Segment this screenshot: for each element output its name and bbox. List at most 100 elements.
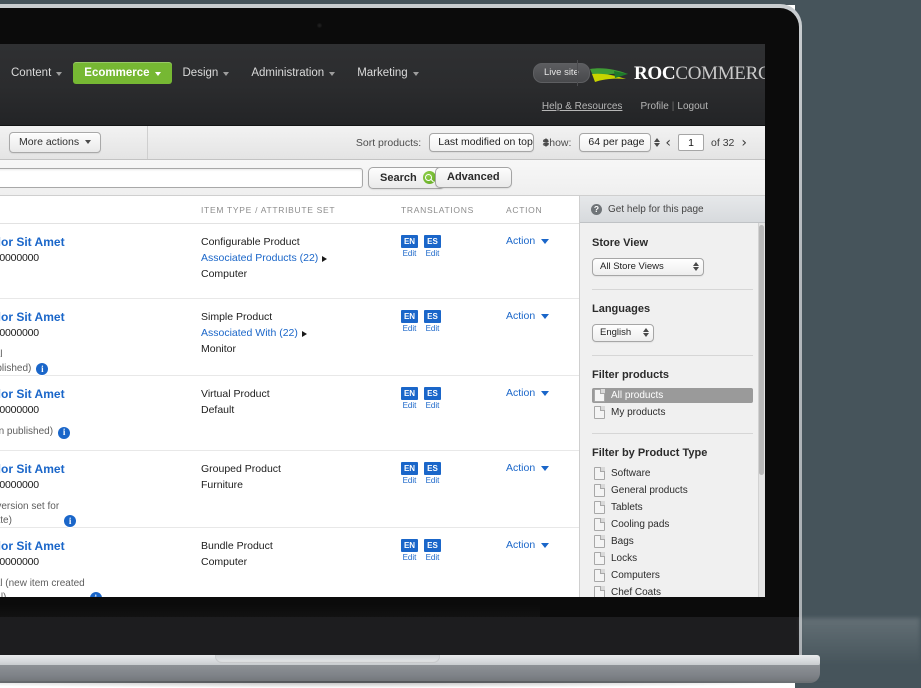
help-resources-link[interactable]: Help & Resources bbox=[542, 101, 623, 112]
language-badge[interactable]: EN bbox=[401, 310, 418, 323]
product-type-software[interactable]: Software bbox=[592, 466, 753, 481]
translation-es: ES Edit bbox=[424, 387, 441, 410]
store-view-select[interactable]: All Store Views bbox=[592, 258, 704, 276]
laptop-base-notch bbox=[215, 655, 440, 663]
row-action-dropdown[interactable]: Action bbox=[506, 310, 579, 322]
nav-separator: | bbox=[671, 101, 675, 112]
menu-item-label: Ecommerce bbox=[84, 67, 150, 79]
row-action-dropdown[interactable]: Action bbox=[506, 539, 579, 551]
document-icon bbox=[594, 569, 605, 582]
menu-item-administration[interactable]: Administration bbox=[240, 62, 346, 84]
row-action-label: Action bbox=[506, 539, 536, 551]
product-title-link[interactable]: Ipsum Dolor Sit Amet bbox=[0, 387, 201, 402]
product-type-computers[interactable]: Computers bbox=[592, 568, 753, 583]
translation-edit-link[interactable]: Edit bbox=[403, 249, 417, 258]
language-badge[interactable]: ES bbox=[424, 387, 441, 400]
chevron-down-icon bbox=[223, 72, 230, 76]
more-actions-button[interactable]: More actions bbox=[9, 132, 102, 153]
logout-link[interactable]: Logout bbox=[677, 101, 708, 112]
translation-edit-link[interactable]: Edit bbox=[426, 249, 440, 258]
toolbar-right-section: Sort products: Last modified on top Show… bbox=[148, 126, 765, 159]
product-title-link[interactable]: Ipsum Dolor Sit Amet bbox=[0, 462, 201, 477]
menu-item-marketing[interactable]: Marketing bbox=[346, 62, 430, 84]
advanced-search-button[interactable]: Advanced bbox=[435, 167, 512, 188]
translation-en: EN Edit bbox=[401, 462, 418, 485]
product-type-chef-coats[interactable]: Chef Coats bbox=[592, 585, 753, 597]
filter-item-all-products[interactable]: All products bbox=[592, 388, 753, 403]
product-type-label: Chef Coats bbox=[611, 587, 662, 597]
cell-action: Action bbox=[506, 462, 579, 527]
language-badge[interactable]: EN bbox=[401, 387, 418, 400]
translation-edit-link[interactable]: Edit bbox=[426, 324, 440, 333]
product-type-locks[interactable]: Locks bbox=[592, 551, 753, 566]
page-number-input[interactable] bbox=[678, 134, 705, 151]
search-bar: Search Advanced bbox=[0, 160, 765, 196]
get-help-bar[interactable]: ? Get help for this page bbox=[580, 196, 765, 223]
sidebar-scrollbar-thumb[interactable] bbox=[759, 225, 764, 475]
translation-edit-link[interactable]: Edit bbox=[403, 476, 417, 485]
sort-products-label: Sort products: bbox=[355, 136, 422, 149]
document-icon bbox=[594, 501, 605, 514]
show-per-page-select[interactable]: 64 per page bbox=[579, 133, 661, 152]
language-badge[interactable]: ES bbox=[424, 235, 441, 248]
info-icon[interactable]: i bbox=[36, 363, 49, 375]
cell-item-type: Grouped Product Furniture bbox=[201, 462, 401, 527]
translation-edit-link[interactable]: Edit bbox=[403, 401, 417, 410]
prev-page-icon[interactable]: ‹ bbox=[665, 136, 671, 150]
attribute-set: Furniture bbox=[201, 478, 244, 491]
associated-with-link[interactable]: Associated With (22) bbox=[201, 326, 401, 342]
cell-item-type: Virtual Product Default bbox=[201, 387, 401, 450]
languages-select[interactable]: English bbox=[592, 324, 654, 342]
get-help-label: Get help for this page bbox=[608, 203, 704, 215]
row-action-dropdown[interactable]: Action bbox=[506, 462, 579, 474]
search-button[interactable]: Search bbox=[368, 167, 445, 189]
language-badge[interactable]: EN bbox=[401, 235, 418, 248]
info-icon[interactable]: i bbox=[64, 515, 77, 527]
product-type-tablets[interactable]: Tablets bbox=[592, 500, 753, 515]
product-title-link[interactable]: Ipsum Dolor Sit Amet bbox=[0, 539, 201, 554]
row-action-dropdown[interactable]: Action bbox=[506, 235, 579, 247]
row-action-dropdown[interactable]: Action bbox=[506, 387, 579, 399]
translation-es: ES Edit bbox=[424, 310, 441, 333]
table-row: Ipsum Dolor Sit Amet 00000000000000000 l… bbox=[0, 224, 579, 299]
translation-edit-link[interactable]: Edit bbox=[403, 324, 417, 333]
attribute-set: Computer bbox=[201, 555, 248, 568]
brand-wordmark: ROCCOMMERCE bbox=[634, 63, 765, 85]
translation-edit-link[interactable]: Edit bbox=[426, 553, 440, 562]
document-icon bbox=[594, 406, 605, 419]
menu-item-ecommerce[interactable]: Ecommerce bbox=[73, 62, 172, 84]
language-badge[interactable]: ES bbox=[424, 539, 441, 552]
product-type-label: Bags bbox=[611, 536, 634, 547]
language-badge[interactable]: EN bbox=[401, 462, 418, 475]
document-icon bbox=[594, 586, 605, 597]
product-sku: 00000000000000000 bbox=[0, 479, 39, 491]
filter-item-my-products[interactable]: My products bbox=[592, 405, 753, 420]
menu-item-design[interactable]: Design bbox=[172, 62, 241, 84]
search-input[interactable] bbox=[0, 168, 363, 188]
language-badge[interactable]: ES bbox=[424, 310, 441, 323]
associated-products-link[interactable]: Associated Products (22) bbox=[201, 251, 401, 267]
product-title-link[interactable]: Ipsum Dolor Sit Amet bbox=[0, 235, 201, 250]
webcam-icon bbox=[317, 23, 322, 28]
right-sidebar: ? Get help for this page Store View All … bbox=[579, 196, 765, 597]
profile-link[interactable]: Profile bbox=[640, 101, 668, 112]
chevron-right-icon bbox=[301, 330, 307, 337]
translation-edit-link[interactable]: Edit bbox=[403, 553, 417, 562]
translation-edit-link[interactable]: Edit bbox=[426, 401, 440, 410]
product-title-link[interactable]: Ipsum Dolor Sit Amet bbox=[0, 310, 201, 325]
menu-item-content[interactable]: Content bbox=[0, 62, 73, 84]
stepper-icon bbox=[654, 137, 661, 147]
language-badge[interactable]: EN bbox=[401, 539, 418, 552]
live-site-button[interactable]: Live site bbox=[533, 63, 590, 83]
translation-edit-link[interactable]: Edit bbox=[426, 476, 440, 485]
info-icon[interactable]: i bbox=[58, 426, 71, 439]
product-type-label: Locks bbox=[611, 553, 638, 564]
column-header-action: ACTION bbox=[506, 204, 543, 215]
product-type-general-products[interactable]: General products bbox=[592, 483, 753, 498]
next-page-icon[interactable]: › bbox=[741, 136, 747, 150]
product-type-bags[interactable]: Bags bbox=[592, 534, 753, 549]
language-badge[interactable]: ES bbox=[424, 462, 441, 475]
product-type-cooling-pads[interactable]: Cooling pads bbox=[592, 517, 753, 532]
sidebar-scrollbar[interactable] bbox=[758, 223, 765, 597]
sort-products-select[interactable]: Last modified on top bbox=[429, 133, 549, 152]
